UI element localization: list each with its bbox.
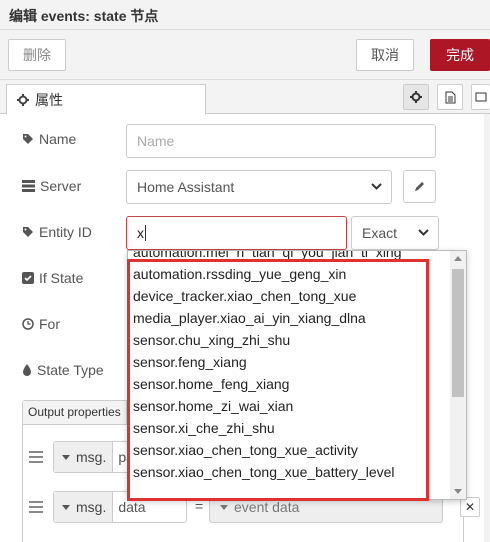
output-properties-header: Output properties <box>23 401 127 425</box>
list-item[interactable]: media_player.xiao_ai_yin_xiang_dlna <box>133 307 451 329</box>
name-row-label: Name <box>22 131 76 147</box>
server-row-label: Server <box>22 178 81 194</box>
server-value: Home Assistant <box>137 179 235 195</box>
appearance-icon <box>475 92 487 102</box>
msg-type-select[interactable]: msg. <box>54 492 114 522</box>
appearance-tab-button[interactable] <box>471 84 490 110</box>
edit-server-button[interactable] <box>403 170 436 203</box>
done-button[interactable]: 完成 <box>430 39 490 71</box>
list-item[interactable]: sensor.xiao_chen_tong_xue_activity <box>133 439 451 461</box>
statetype-row-label: State Type <box>22 362 104 378</box>
text-caret <box>145 225 146 241</box>
entity-label: Entity ID <box>39 224 92 240</box>
name-field[interactable]: Name <box>126 124 436 158</box>
settings-tab-button[interactable] <box>403 84 429 110</box>
property-value-text: event data <box>234 499 300 515</box>
match-type-select[interactable]: Exact <box>351 216 439 250</box>
scroll-up-arrow-icon[interactable] <box>454 256 462 261</box>
delete-button[interactable]: 删除 <box>8 39 66 71</box>
checkbox-icon <box>22 272 34 284</box>
dropdown-scrollbar[interactable] <box>450 251 466 499</box>
entity-value: x <box>137 225 144 241</box>
tag-icon <box>23 227 33 237</box>
tag-icon <box>23 134 33 144</box>
autocomplete-list: automation.mei_ri_tian_qi_you_jian_ti_xi… <box>133 251 451 483</box>
list-item[interactable]: sensor.chu_xing_zhi_shu <box>133 329 451 351</box>
for-label: For <box>39 316 60 332</box>
cancel-button[interactable]: 取消 <box>356 39 414 71</box>
msg-property-value: data <box>118 499 146 515</box>
list-item[interactable]: sensor.home_zi_wai_xian <box>133 395 451 417</box>
name-label: Name <box>39 131 77 147</box>
chevron-down-icon <box>418 229 429 236</box>
list-item[interactable]: automation.rssding_yue_geng_xin <box>133 263 451 285</box>
tab-properties[interactable]: 属性 <box>6 84 206 115</box>
description-tab-button[interactable] <box>437 84 463 110</box>
for-row-label: For <box>22 316 60 332</box>
statetype-label: State Type <box>37 362 104 378</box>
gear-icon <box>410 91 422 103</box>
document-icon <box>445 91 455 103</box>
entity-row-label: Entity ID <box>22 224 92 240</box>
drop-icon <box>23 364 31 376</box>
server-icon <box>22 180 35 192</box>
list-item[interactable]: automation.mei_ri_tian_qi_you_jian_ti_xi… <box>133 251 451 263</box>
dialog-titlebar: 编辑 events: state 节点 <box>0 0 490 30</box>
server-label: Server <box>40 178 82 194</box>
gear-icon <box>17 93 29 106</box>
entity-id-input[interactable]: x <box>126 216 347 250</box>
list-item[interactable]: sensor.xi_che_zhi_shu <box>133 417 451 439</box>
dialog-toolbar: 删除 取消 完成 <box>0 30 490 80</box>
tab-bar: 属性 <box>0 80 490 115</box>
entity-autocomplete-dropdown: automation.mei_ri_tian_qi_you_jian_ti_xi… <box>127 250 467 500</box>
ifstate-label: If State <box>39 270 84 286</box>
name-placeholder: Name <box>137 133 175 149</box>
list-item[interactable]: device_tracker.xiao_chen_tong_xue <box>133 285 451 307</box>
remove-row-button[interactable]: ✕ <box>460 497 480 517</box>
panel-scrollbar[interactable] <box>484 114 490 542</box>
scroll-down-arrow-icon[interactable] <box>454 489 462 494</box>
pencil-icon <box>415 182 424 191</box>
list-item[interactable]: sensor.feng_xiang <box>133 351 451 373</box>
drag-handle-icon[interactable] <box>29 501 43 516</box>
equals-sign: = <box>195 498 204 514</box>
match-type-value: Exact <box>362 225 398 241</box>
dialog-title: 编辑 events: state 节点 <box>9 8 159 24</box>
scrollbar-thumb[interactable] <box>452 269 464 397</box>
clock-icon <box>22 318 34 330</box>
list-item[interactable]: sensor.home_feng_xiang <box>133 373 451 395</box>
drag-handle-icon[interactable] <box>29 451 43 466</box>
server-select[interactable]: Home Assistant <box>126 170 392 204</box>
msg-type-select[interactable]: msg. <box>54 442 114 472</box>
tab-properties-label: 属性 <box>35 91 63 108</box>
chevron-down-icon <box>371 183 382 190</box>
list-item[interactable]: sensor.xiao_chen_tong_xue_battery_level <box>133 461 451 483</box>
ifstate-row-label: If State <box>22 270 83 286</box>
